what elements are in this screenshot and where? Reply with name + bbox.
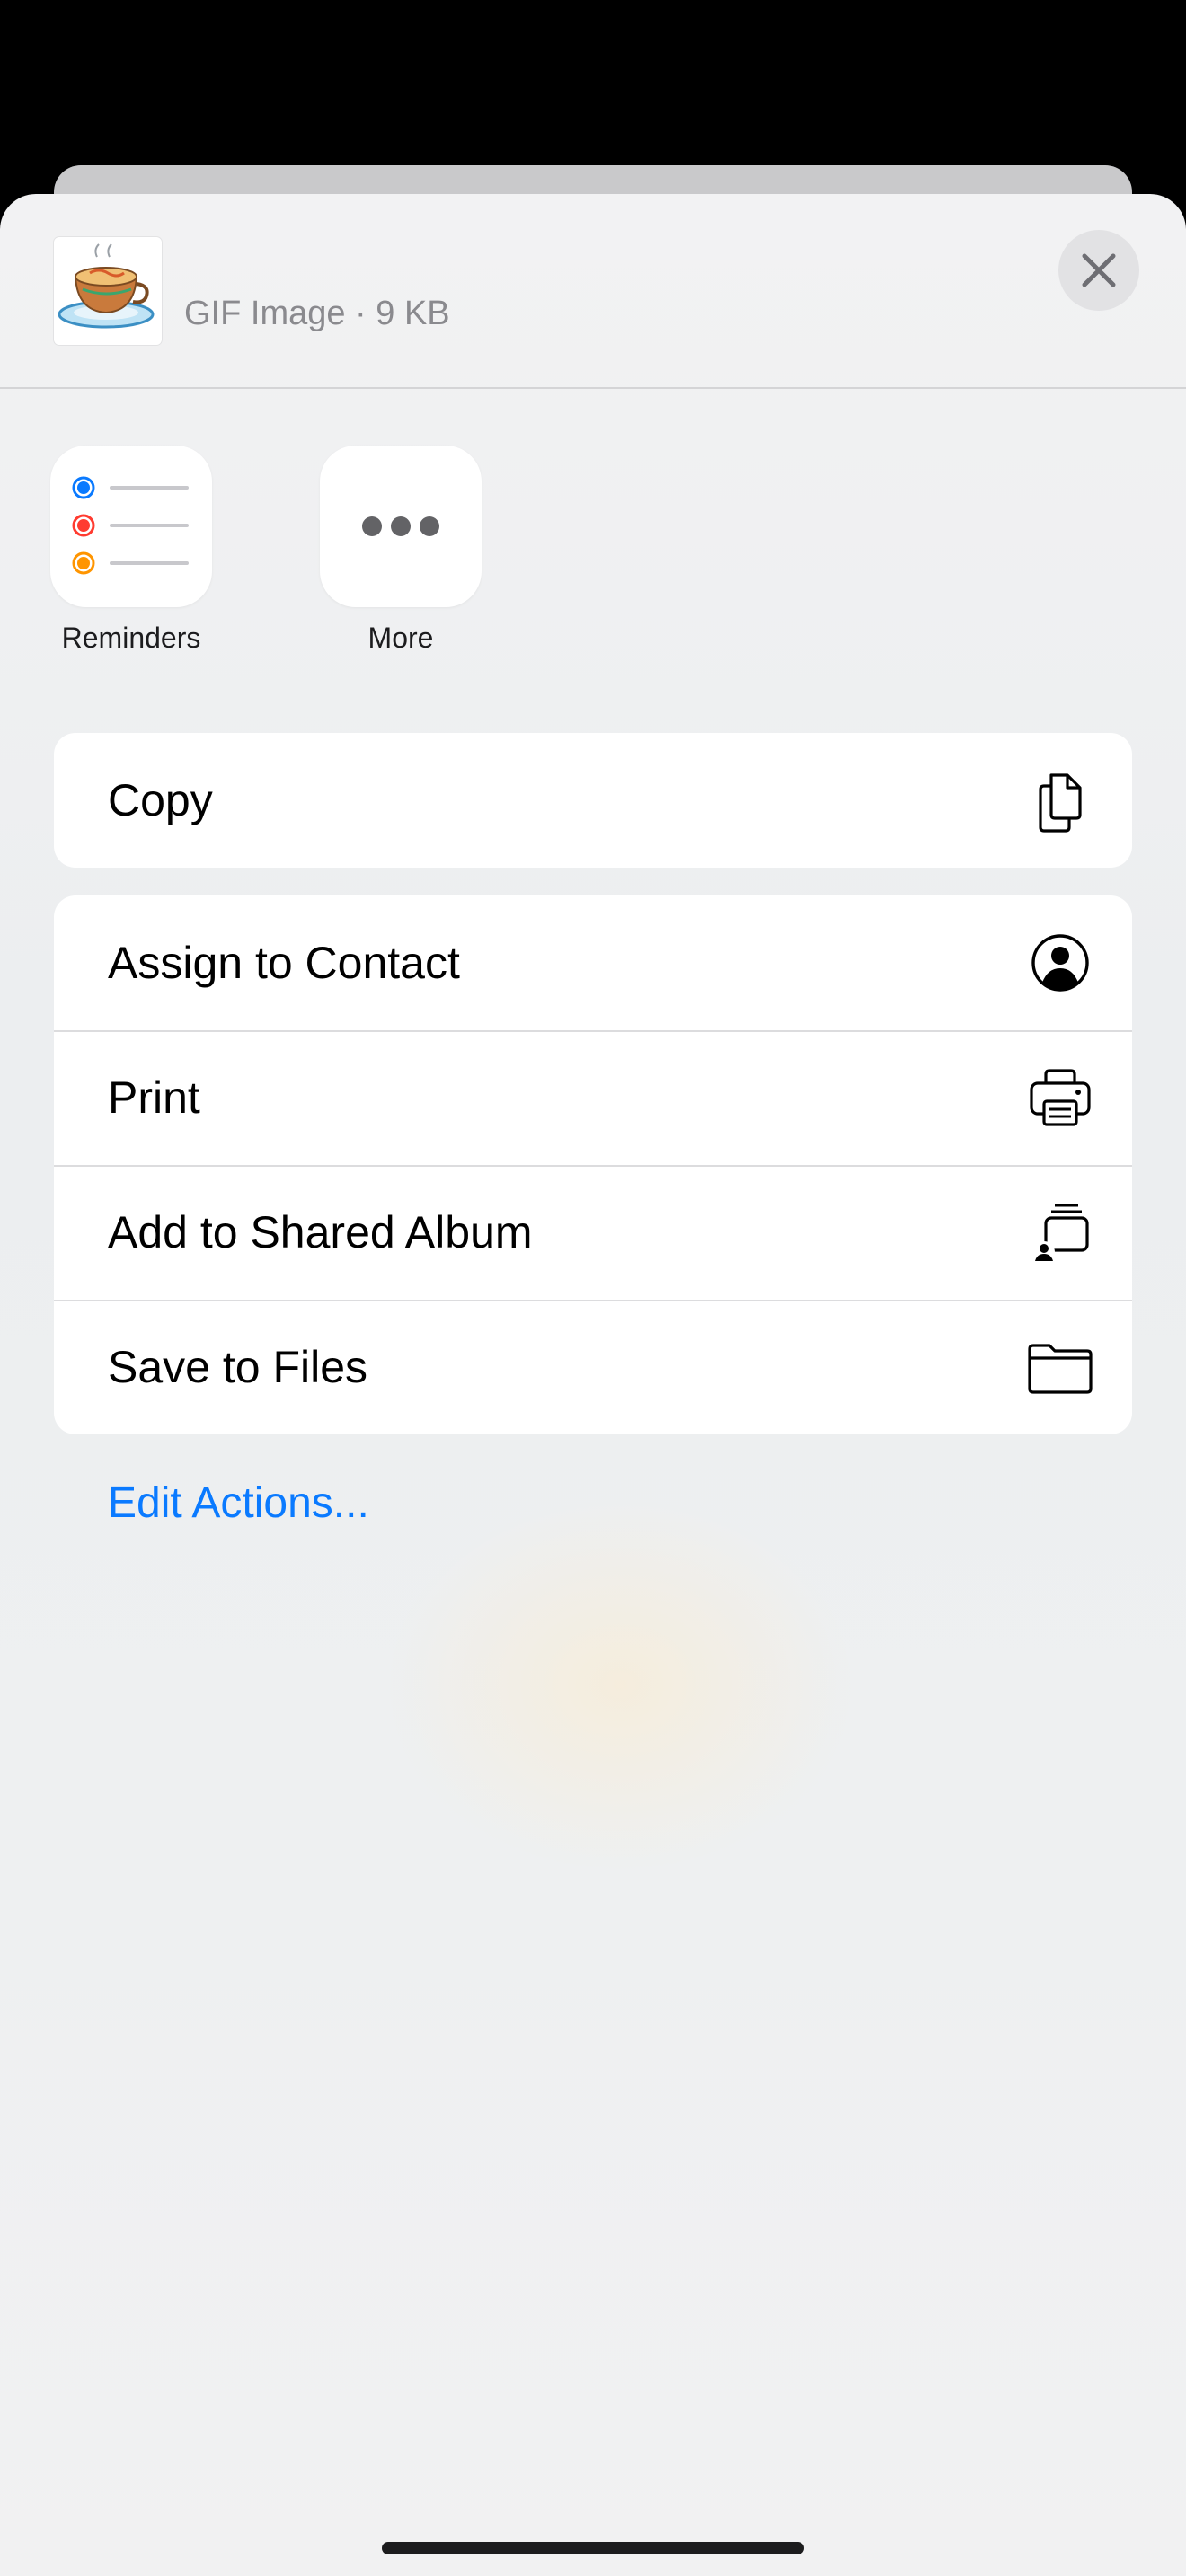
action-assign-to-contact[interactable]: Assign to Contact — [54, 895, 1132, 1030]
app-reminders[interactable]: Reminders — [50, 446, 212, 655]
edit-actions-link[interactable]: Edit Actions... — [108, 1478, 369, 1528]
app-label: More — [367, 622, 434, 654]
copy-icon — [1039, 773, 1082, 833]
action-label: Add to Shared Album — [108, 1207, 533, 1257]
more-icon — [320, 446, 482, 607]
folder-icon — [1028, 1344, 1093, 1394]
action-add-to-shared-album[interactable]: Add to Shared Album — [54, 1165, 1132, 1300]
action-label: Save to Files — [108, 1342, 368, 1392]
teacup-image — [58, 243, 155, 329]
action-label: Copy — [108, 775, 213, 825]
header-divider — [0, 387, 1186, 389]
shared-album-icon — [1033, 1204, 1089, 1263]
printer-icon — [1030, 1069, 1091, 1126]
close-button[interactable] — [1058, 230, 1139, 311]
action-label: Assign to Contact — [108, 938, 460, 988]
background-glow — [386, 1496, 854, 1874]
person-circle-icon — [1031, 934, 1089, 992]
action-save-to-files[interactable]: Save to Files — [54, 1300, 1132, 1434]
file-info: GIF Image · 9 KB — [184, 295, 450, 332]
action-label: Print — [108, 1072, 200, 1123]
action-copy[interactable]: Copy — [54, 733, 1132, 868]
app-label: Reminders — [61, 622, 201, 654]
share-sheet: GIF Image · 9 KB Reminders More Copy Ass… — [0, 194, 1186, 2576]
close-icon — [1082, 253, 1116, 287]
app-more[interactable]: More — [320, 446, 482, 655]
reminders-icon — [50, 446, 212, 607]
action-group-copy: Copy — [54, 733, 1132, 868]
file-thumbnail — [54, 237, 162, 345]
home-indicator[interactable] — [382, 2542, 804, 2554]
share-header: GIF Image · 9 KB — [0, 194, 1186, 389]
action-print[interactable]: Print — [54, 1030, 1132, 1165]
action-group-main: Assign to Contact Print Add to Shared Al… — [54, 895, 1132, 1434]
